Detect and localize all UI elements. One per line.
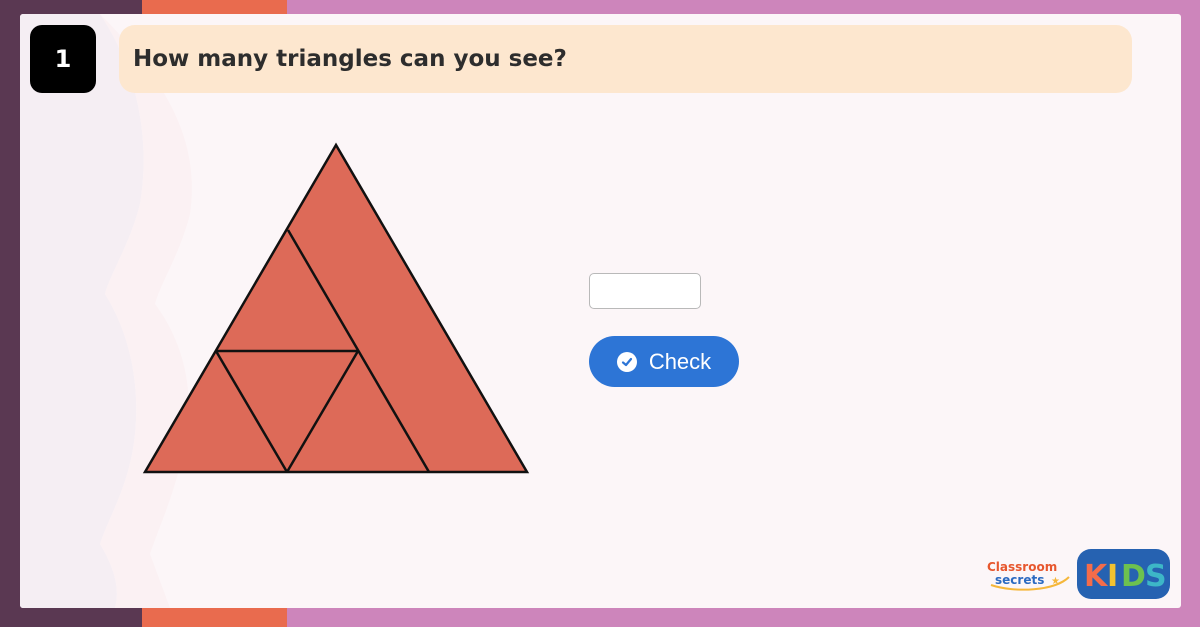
outer-triangle [142,142,530,474]
svg-text:K: K [1084,559,1109,594]
answer-input[interactable] [589,273,701,309]
classroom-secrets-logo: Classroom secrets ★ [987,560,1070,591]
svg-text:secrets: secrets [995,573,1044,587]
kids-logo: K I D S [1077,549,1170,599]
svg-text:★: ★ [1051,576,1060,587]
check-circle-icon [616,351,637,372]
triangle-figure [142,142,530,474]
svg-text:D: D [1121,559,1146,594]
svg-text:S: S [1145,559,1167,594]
svg-text:Classroom: Classroom [987,560,1057,574]
question-number: 1 [30,25,96,93]
question-card: 1 How many triangles can you see? Check … [20,14,1181,608]
question-bar: How many triangles can you see? [119,25,1132,93]
check-button[interactable]: Check [589,336,739,387]
question-text: How many triangles can you see? [133,46,567,72]
svg-text:I: I [1107,559,1118,594]
check-button-label: Check [648,348,712,374]
